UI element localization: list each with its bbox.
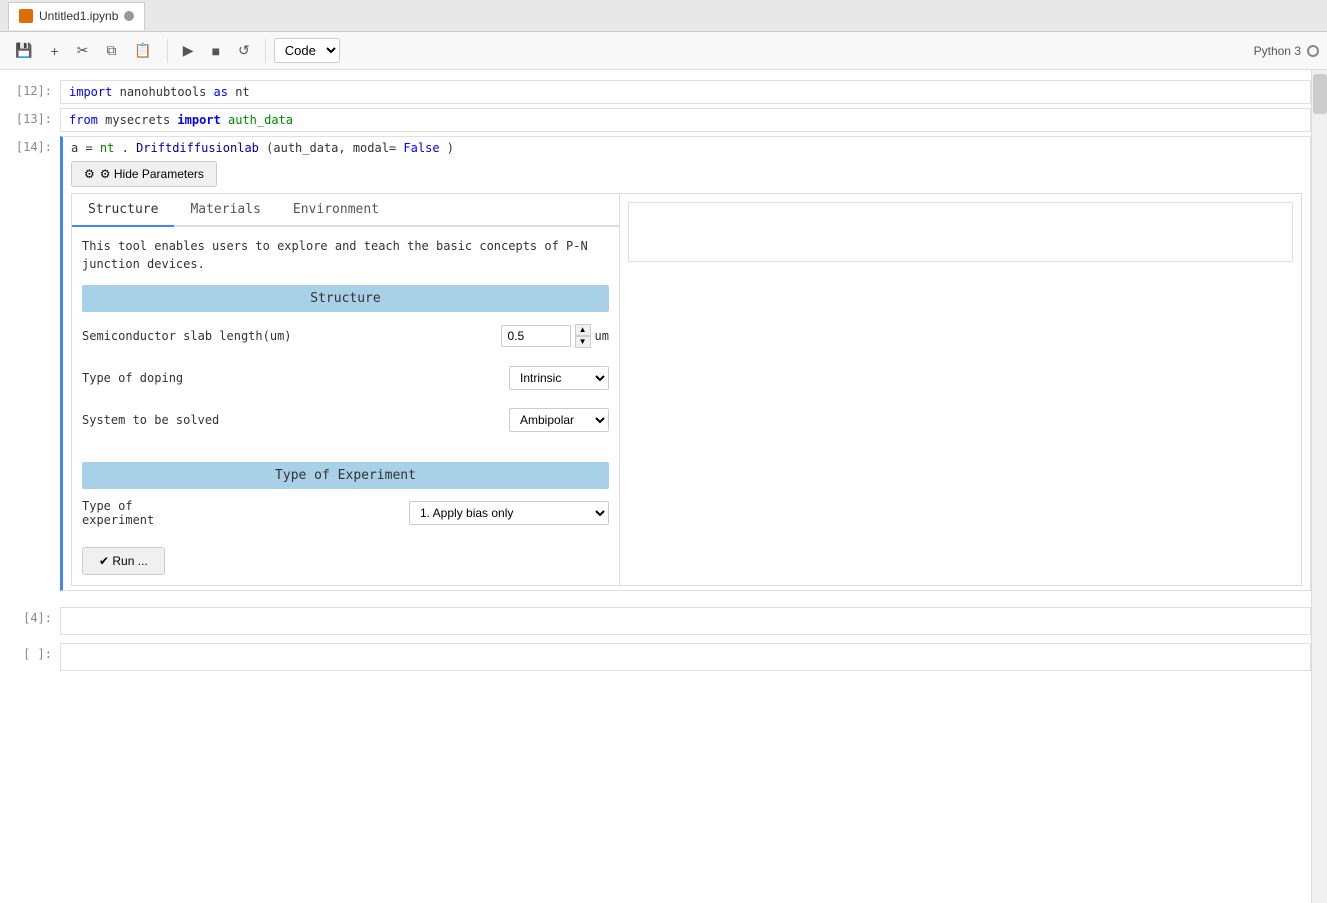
notebook-area: [12]: import nanohubtools as nt [13]: fr… bbox=[0, 70, 1327, 903]
param-row-doping: Type of doping Intrinsic N-type P-type bbox=[82, 362, 609, 394]
param-row-slab: Semiconductor slab length(um) ▲ ▼ um bbox=[82, 320, 609, 352]
add-cell-button[interactable]: + bbox=[43, 39, 65, 63]
scrollbar-thumb[interactable] bbox=[1313, 74, 1327, 114]
cell-type-select[interactable]: Code bbox=[274, 38, 340, 63]
hide-params-button[interactable]: ⚙ ⚙ Hide Parameters bbox=[71, 161, 217, 187]
params-left: Structure Materials Environment This too… bbox=[72, 194, 620, 585]
param-row-experiment: Type ofexperiment 1. Apply bias only 2. … bbox=[82, 497, 609, 529]
code-module2: mysecrets bbox=[105, 113, 177, 127]
code-dot: . bbox=[122, 141, 129, 155]
experiment-section-header: Type of Experiment bbox=[82, 462, 609, 489]
section-gap bbox=[82, 446, 609, 462]
tab-environment[interactable]: Environment bbox=[277, 194, 395, 227]
widget-area: ⚙ ⚙ Hide Parameters Structure Materials … bbox=[71, 161, 1302, 586]
output-box bbox=[628, 202, 1293, 262]
param-system-label: System to be solved bbox=[82, 413, 509, 427]
gear-icon: ⚙ bbox=[84, 167, 95, 181]
code-module: nanohubtools bbox=[120, 85, 214, 99]
param-slab-input[interactable] bbox=[501, 325, 571, 347]
cell-13-label: [13]: bbox=[0, 108, 60, 126]
param-experiment-control: 1. Apply bias only 2. Custom bbox=[409, 501, 609, 525]
paste-button[interactable]: 📋 bbox=[127, 38, 158, 63]
code-keyword2: as bbox=[214, 85, 228, 99]
tab-structure[interactable]: Structure bbox=[72, 194, 174, 227]
cell-13-content[interactable]: from mysecrets import auth_data bbox=[60, 108, 1311, 132]
code-var2: a bbox=[71, 141, 78, 155]
scrollbar[interactable] bbox=[1311, 70, 1327, 903]
params-description: This tool enables users to explore and t… bbox=[82, 237, 609, 273]
copy-button[interactable]: ⧉ bbox=[99, 38, 123, 63]
cell-4-label: [4]: bbox=[0, 607, 60, 625]
cell-empty-label: [ ]: bbox=[0, 643, 60, 661]
cell-12-label: [12]: bbox=[0, 80, 60, 98]
params-tab-bar: Structure Materials Environment bbox=[72, 194, 619, 227]
cell-14-content[interactable]: a = nt . Driftdiffusionlab (auth_data, m… bbox=[60, 136, 1311, 591]
divider1 bbox=[167, 39, 168, 63]
param-slab-label: Semiconductor slab length(um) bbox=[82, 329, 501, 343]
code-method: Driftdiffusionlab bbox=[136, 141, 259, 155]
hide-params-label: ⚙ Hide Parameters bbox=[100, 167, 204, 181]
slab-down-button[interactable]: ▼ bbox=[575, 336, 591, 348]
code-eq: = bbox=[85, 141, 99, 155]
python-label-text: Python 3 bbox=[1254, 44, 1301, 58]
tab-label: Untitled1.ipynb bbox=[39, 9, 118, 23]
save-button[interactable]: 💾 bbox=[8, 38, 39, 63]
restart-button[interactable]: ↺ bbox=[231, 38, 257, 63]
param-doping-control: Intrinsic N-type P-type bbox=[509, 366, 609, 390]
param-experiment-label: Type ofexperiment bbox=[82, 499, 409, 527]
kernel-status-icon bbox=[1307, 45, 1319, 57]
cell-14-label: [14]: bbox=[0, 136, 60, 154]
param-experiment-select[interactable]: 1. Apply bias only 2. Custom bbox=[409, 501, 609, 525]
cell-empty: [ ]: bbox=[0, 641, 1311, 673]
divider2 bbox=[265, 39, 266, 63]
cell-12: [12]: import nanohubtools as nt bbox=[0, 78, 1311, 106]
cut-button[interactable]: ✂ bbox=[70, 38, 96, 63]
stop-button[interactable]: ■ bbox=[205, 39, 227, 63]
code-alias: nt bbox=[235, 85, 249, 99]
param-system-control: Ambipolar Unipolar bbox=[509, 408, 609, 432]
cell-empty-content[interactable] bbox=[60, 643, 1311, 671]
code-keyword: import bbox=[69, 85, 112, 99]
kernel-label: Python 3 bbox=[1254, 44, 1319, 58]
code-from: from bbox=[69, 113, 98, 127]
code-bool: False bbox=[403, 141, 439, 155]
code-obj: nt bbox=[100, 141, 114, 155]
structure-section-header: Structure bbox=[82, 285, 609, 312]
tab-materials[interactable]: Materials bbox=[174, 194, 276, 227]
cell-14-code: a = nt . Driftdiffusionlab (auth_data, m… bbox=[71, 141, 1302, 155]
param-system-select[interactable]: Ambipolar Unipolar bbox=[509, 408, 609, 432]
cell-4: [4]: bbox=[0, 605, 1311, 637]
run-button[interactable]: ▶ bbox=[176, 38, 201, 63]
toolbar: 💾 + ✂ ⧉ 📋 ▶ ■ ↺ Code Python 3 bbox=[0, 32, 1327, 70]
cell-4-content[interactable] bbox=[60, 607, 1311, 635]
notebook-cells: [12]: import nanohubtools as nt [13]: fr… bbox=[0, 70, 1311, 903]
run-button-widget[interactable]: ✔ Run ... bbox=[82, 547, 165, 575]
param-slab-spinner: ▲ ▼ bbox=[575, 324, 591, 348]
slab-up-button[interactable]: ▲ bbox=[575, 324, 591, 336]
code-paren2: ) bbox=[447, 141, 454, 155]
code-import: import bbox=[177, 113, 220, 127]
notebook-icon bbox=[19, 9, 33, 23]
notebook-tab[interactable]: Untitled1.ipynb bbox=[8, 2, 145, 30]
params-panel: Structure Materials Environment This too… bbox=[71, 193, 1302, 586]
cell-14: [14]: a = nt . Driftdiffusionlab (auth_d… bbox=[0, 134, 1311, 593]
param-slab-control: ▲ ▼ um bbox=[501, 324, 609, 348]
cell-13: [13]: from mysecrets import auth_data bbox=[0, 106, 1311, 134]
code-paren1: (auth_data, modal= bbox=[266, 141, 396, 155]
params-right-output bbox=[620, 194, 1301, 585]
tab-close-icon[interactable] bbox=[124, 11, 134, 21]
params-body: This tool enables users to explore and t… bbox=[72, 227, 619, 585]
param-slab-unit: um bbox=[595, 329, 609, 343]
param-doping-select[interactable]: Intrinsic N-type P-type bbox=[509, 366, 609, 390]
code-var: auth_data bbox=[228, 113, 293, 127]
param-doping-label: Type of doping bbox=[82, 371, 509, 385]
title-bar: Untitled1.ipynb bbox=[0, 0, 1327, 32]
param-row-system: System to be solved Ambipolar Unipolar bbox=[82, 404, 609, 436]
cell-12-content[interactable]: import nanohubtools as nt bbox=[60, 80, 1311, 104]
